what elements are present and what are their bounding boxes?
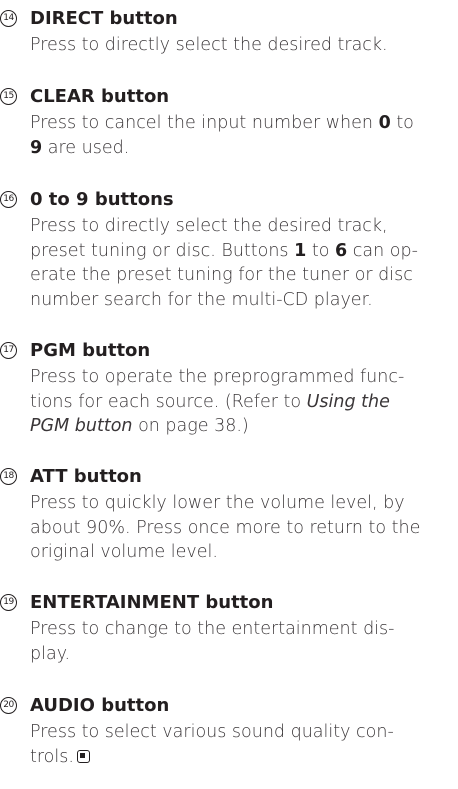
circled-number: 15 bbox=[0, 88, 17, 105]
section-reference: PGM button bbox=[30, 416, 133, 436]
text-run: to bbox=[306, 240, 335, 261]
description-line: Press to directly select the desired tra… bbox=[30, 216, 388, 236]
bold-number: 0 bbox=[378, 113, 391, 133]
text-run: on page 38.) bbox=[132, 416, 249, 436]
circled-number: 14 bbox=[0, 10, 17, 27]
description-line: Press to cancel the input number when 0 … bbox=[30, 111, 452, 136]
description-line: Press to select various sound quality co… bbox=[30, 722, 394, 742]
bold-number: 9 bbox=[30, 137, 43, 158]
description-line: number search for the multi-CD player. bbox=[30, 289, 373, 310]
description-line: PGM button on page 38.) bbox=[30, 414, 452, 439]
bold-number: 1 bbox=[294, 240, 307, 261]
manual-page: 14 DIRECT button Press to directly selec… bbox=[0, 0, 458, 789]
entry-title: DIRECT button bbox=[30, 8, 178, 29]
description-line: trols. bbox=[30, 745, 452, 770]
circled-number: 19 bbox=[0, 594, 17, 611]
entry-description: Press to directly select the desired tra… bbox=[30, 214, 452, 312]
description-line: 9 are used. bbox=[30, 136, 452, 161]
description-line: Press to operate the preprogrammed func- bbox=[30, 367, 405, 387]
description-line: tions for each source. (Refer to Using t… bbox=[30, 390, 452, 415]
section-reference: Using the bbox=[306, 391, 390, 412]
text-run: are used. bbox=[42, 137, 130, 158]
text-run: tions for each source. (Refer to bbox=[30, 391, 307, 412]
circled-number: 18 bbox=[0, 468, 17, 485]
entry-description: Press to select various sound quality co… bbox=[30, 720, 452, 769]
description-line: Press to change to the entertainment dis… bbox=[30, 619, 395, 639]
entry-title: AUDIO button bbox=[30, 695, 170, 716]
entry-title: ENTERTAINMENT button bbox=[30, 592, 274, 613]
entry-title: PGM button bbox=[30, 340, 151, 361]
text-run: to bbox=[390, 113, 414, 133]
circled-number: 16 bbox=[0, 191, 17, 208]
entry-description: Press to cancel the input number when 0 … bbox=[30, 111, 452, 160]
description-line: original volume level. bbox=[30, 542, 218, 562]
entry-description: Press to change to the entertainment dis… bbox=[30, 617, 452, 666]
text-run: Press to cancel the input number when bbox=[30, 113, 379, 133]
entry-title: 0 to 9 buttons bbox=[30, 189, 174, 210]
entry-description: Press to quickly lower the volume level,… bbox=[30, 491, 452, 565]
description-line: Press to directly select the desired tra… bbox=[30, 35, 388, 55]
description-line: preset tuning or disc. Buttons 1 to 6 ca… bbox=[30, 239, 452, 264]
description-line: Press to quickly lower the volume level,… bbox=[30, 493, 405, 513]
entry-title: CLEAR button bbox=[30, 86, 170, 107]
text-run: trols. bbox=[30, 746, 74, 767]
description-line: play. bbox=[30, 643, 71, 664]
circled-number: 17 bbox=[0, 342, 17, 359]
text-run: can op- bbox=[347, 240, 418, 261]
end-of-section-icon bbox=[76, 749, 90, 763]
bold-number: 6 bbox=[335, 240, 348, 261]
entry-title: ATT button bbox=[30, 466, 142, 487]
text-run: preset tuning or disc. Buttons bbox=[30, 240, 295, 261]
description-line: erate the preset tuning for the tuner or… bbox=[30, 265, 413, 285]
entry-description: Press to directly select the desired tra… bbox=[30, 33, 452, 58]
circled-number: 20 bbox=[0, 697, 17, 714]
entry-description: Press to operate the preprogrammed func-… bbox=[30, 365, 452, 439]
description-line: about 90%. Press once more to return to … bbox=[30, 517, 421, 538]
